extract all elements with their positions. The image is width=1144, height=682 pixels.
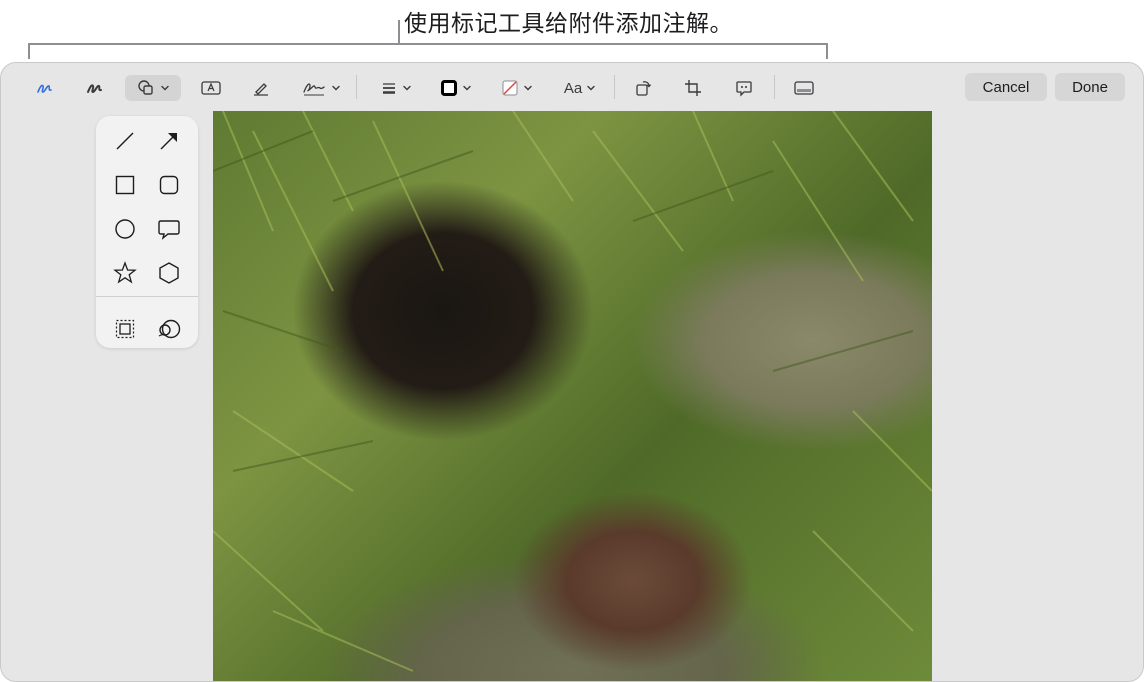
shapes-icon	[138, 80, 153, 95]
highlight-button[interactable]	[247, 75, 275, 101]
oval-shape[interactable]	[111, 215, 139, 243]
polygon-shape[interactable]	[155, 259, 183, 287]
draw-button[interactable]	[81, 75, 109, 101]
shapes-menu	[96, 116, 198, 348]
sketch-button[interactable]	[31, 75, 59, 101]
text-style-button[interactable]: Aa	[557, 75, 603, 101]
loupe-shape[interactable]	[155, 315, 183, 343]
attachment-photo[interactable]	[213, 111, 932, 681]
draw-icon	[87, 84, 102, 94]
rectangle-icon	[115, 175, 135, 195]
hexagon-icon	[159, 262, 179, 284]
cancel-button[interactable]: Cancel	[965, 73, 1047, 101]
shapes-button[interactable]	[125, 75, 181, 101]
speech-bubble-icon	[158, 220, 180, 240]
text-box-icon	[201, 81, 221, 95]
crop-icon	[685, 80, 701, 96]
star-icon	[113, 261, 137, 284]
crop-button[interactable]	[679, 75, 707, 101]
border-color-icon	[441, 80, 457, 96]
text-style-icon: Aa	[563, 79, 583, 97]
chevron-down-icon	[161, 85, 169, 91]
loupe-icon	[158, 319, 181, 339]
toolbar-separator	[356, 75, 357, 99]
sketch-icon	[37, 84, 52, 93]
mask-shape[interactable]	[111, 315, 139, 343]
callout-text: 使用标记工具给附件添加注解。	[404, 10, 733, 36]
page-icon	[794, 81, 814, 95]
chevron-down-icon	[587, 85, 595, 91]
markup-window: Aa Cancel Done	[0, 62, 1144, 682]
annotate-page-button[interactable]	[789, 75, 819, 101]
chevron-down-icon	[403, 85, 411, 91]
arrow-shape[interactable]	[155, 127, 183, 155]
signature-icon	[303, 83, 325, 96]
callout-bracket	[28, 43, 828, 59]
rotate-icon	[636, 81, 652, 96]
toolbar-separator	[774, 75, 775, 99]
fill-color-icon	[502, 80, 518, 96]
description-icon	[736, 81, 752, 97]
line-icon	[116, 132, 134, 150]
toolbar-separator	[614, 75, 615, 99]
speech-bubble-shape[interactable]	[155, 215, 183, 243]
chevron-down-icon	[463, 85, 471, 91]
callout-stem	[398, 20, 400, 45]
done-button[interactable]: Done	[1055, 73, 1125, 101]
description-button[interactable]	[730, 75, 758, 101]
rounded-rectangle-shape[interactable]	[155, 171, 183, 199]
text-button[interactable]	[197, 75, 225, 101]
fill-color-button[interactable]	[495, 75, 539, 101]
chevron-down-icon	[332, 85, 340, 91]
rectangle-shape[interactable]	[111, 171, 139, 199]
highlight-icon	[254, 83, 268, 96]
rounded-rectangle-icon	[159, 175, 179, 195]
mask-icon	[115, 319, 135, 339]
shape-style-button[interactable]	[373, 75, 419, 101]
rotate-button[interactable]	[629, 75, 657, 101]
line-shape[interactable]	[111, 127, 139, 155]
star-shape[interactable]	[111, 259, 139, 287]
photo-grass-texture	[213, 111, 932, 672]
chevron-down-icon	[524, 85, 532, 91]
menu-divider	[96, 296, 198, 297]
sign-button[interactable]	[297, 75, 345, 101]
line-style-icon	[383, 83, 395, 94]
markup-toolbar: Aa Cancel Done	[1, 63, 1143, 111]
arrow-icon	[160, 133, 177, 150]
oval-icon	[115, 219, 135, 239]
border-color-button[interactable]	[435, 75, 477, 101]
